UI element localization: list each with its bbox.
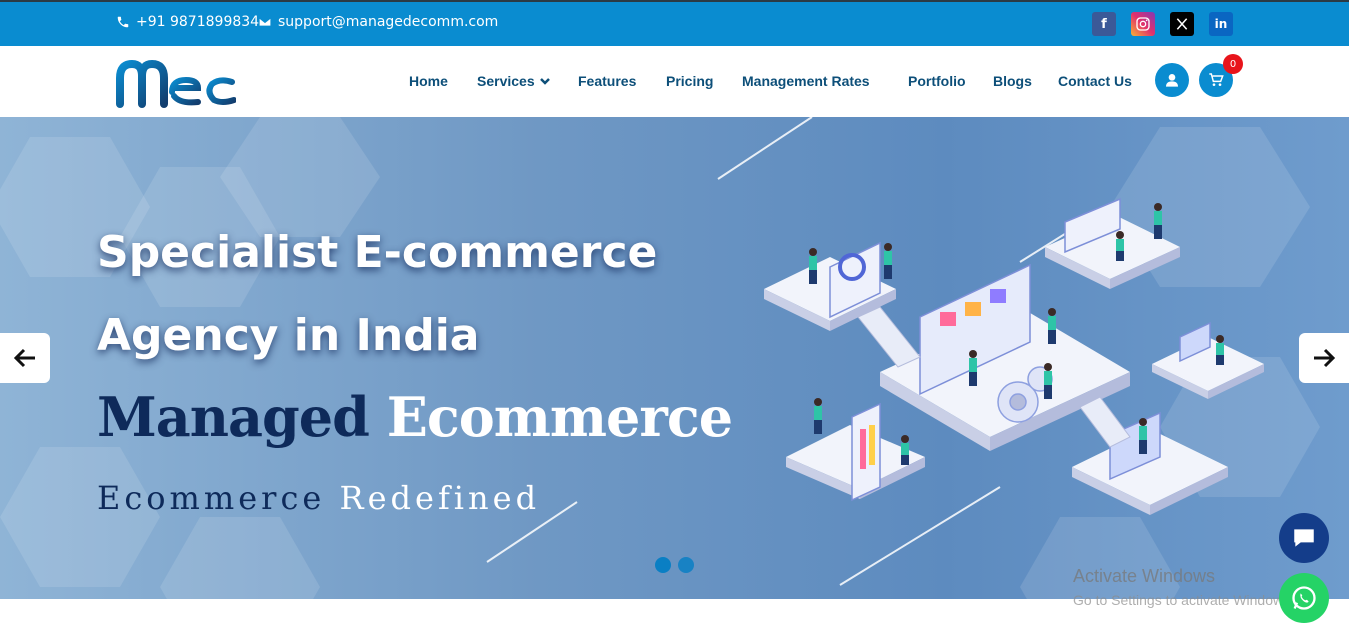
nav-blogs-label: Blogs [993, 73, 1032, 89]
email-address: support@managedecomm.com [278, 14, 499, 30]
brand-word-managed: Managed [97, 385, 370, 449]
cart-count-badge: 0 [1223, 54, 1243, 74]
nav-management-rates[interactable]: Management Rates [742, 73, 870, 89]
nav-portfolio[interactable]: Portfolio [908, 73, 966, 89]
hero-tagline: Ecommerce Redefined [97, 479, 540, 517]
hero-slider: Specialist E-commerce Agency in India Ma… [0, 117, 1349, 599]
slider-dot-2[interactable] [678, 557, 694, 573]
windows-activation-title: Activate Windows [1073, 566, 1216, 586]
chevron-down-icon [539, 78, 550, 85]
windows-activation-subtitle: Go to Settings to activate Windows. [1073, 592, 1279, 608]
hero-headline-line-1: Specialist E-commerce [97, 227, 658, 278]
whatsapp-icon [1292, 586, 1316, 610]
hero-brand-line: Managed Ecommerce [97, 385, 733, 449]
nav-portfolio-label: Portfolio [908, 73, 966, 89]
brand-word-ecommerce: Ecommerce [386, 385, 733, 449]
nav-features-label: Features [578, 73, 637, 89]
nav-home[interactable]: Home [409, 73, 448, 89]
slider-next-button[interactable] [1299, 333, 1349, 383]
facebook-icon[interactable]: f [1092, 12, 1116, 36]
nav-pricing[interactable]: Pricing [666, 73, 713, 89]
arrow-right-icon [1314, 348, 1336, 368]
email-contact[interactable]: support@managedecomm.com [258, 14, 498, 30]
nav-services[interactable]: Services [477, 73, 551, 89]
nav-pricing-label: Pricing [666, 73, 714, 89]
whatsapp-button[interactable] [1279, 573, 1329, 623]
nav-services-label: Services [477, 73, 535, 89]
slider-prev-button[interactable] [0, 333, 50, 383]
nav-management-rates-label: Management Rates [742, 73, 870, 89]
top-contact-bar: +91 9871899834 support@managedecomm.com … [0, 0, 1349, 46]
envelope-icon [258, 17, 272, 27]
instagram-glyph [1136, 17, 1150, 31]
nav-blogs[interactable]: Blogs [993, 73, 1032, 89]
main-navbar: Home Services Features Pricing Managemen… [0, 46, 1349, 117]
nav-features[interactable]: Features [578, 73, 636, 89]
phone-icon [117, 16, 129, 28]
live-chat-button[interactable] [1279, 513, 1329, 563]
x-glyph [1176, 18, 1188, 30]
account-button[interactable] [1155, 63, 1189, 97]
chat-bubble-icon [1294, 529, 1314, 547]
tagline-word-ecommerce: Ecommerce [97, 479, 326, 517]
tagline-word-redefined: Redefined [339, 479, 541, 517]
instagram-icon[interactable] [1131, 12, 1155, 36]
arrow-left-icon [13, 348, 35, 368]
nav-contact-us-label: Contact Us [1058, 73, 1132, 89]
x-icon[interactable] [1170, 12, 1194, 36]
user-icon [1166, 74, 1178, 87]
linkedin-icon[interactable]: in [1209, 12, 1233, 36]
nav-contact-us[interactable]: Contact Us [1058, 73, 1132, 89]
shopping-cart-icon [1209, 73, 1224, 86]
nav-home-label: Home [409, 73, 448, 89]
logo[interactable] [116, 58, 236, 108]
phone-contact[interactable]: +91 9871899834 [116, 14, 259, 30]
hero-headline-line-2: Agency in India [97, 310, 480, 361]
phone-number: +91 9871899834 [136, 14, 260, 30]
slider-dot-1[interactable] [655, 557, 671, 573]
